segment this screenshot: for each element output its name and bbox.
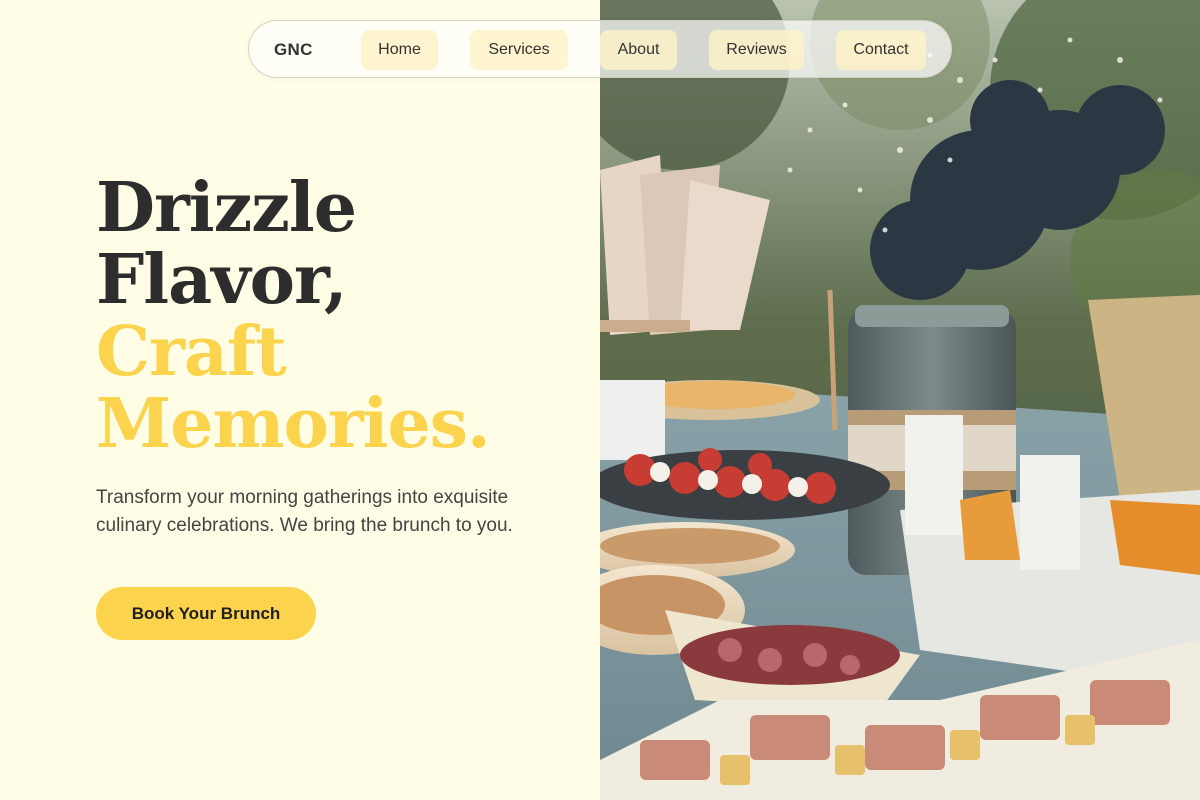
headline-line-2: Flavor, [96, 240, 348, 320]
nav-services[interactable]: Services [470, 30, 568, 70]
hero-image [600, 0, 1200, 800]
nav-reviews[interactable]: Reviews [709, 30, 804, 70]
hero-left-panel: Drizzle Flavor, Craft Memories. Transfor… [0, 0, 600, 800]
nav-contact[interactable]: Contact [836, 30, 926, 70]
headline-line-4: Memories. [96, 384, 491, 464]
headline-line-3: Craft [96, 312, 287, 392]
headline-line-1: Drizzle [96, 168, 357, 248]
nav-home[interactable]: Home [361, 30, 438, 70]
hero-headline: Drizzle Flavor, Craft Memories. [96, 168, 491, 464]
nav-about[interactable]: About [600, 30, 677, 70]
top-nav: GNC Home Services About Reviews Contact [248, 20, 952, 78]
hero-subtitle: Transform your morning gatherings into e… [96, 487, 513, 536]
book-brunch-button[interactable]: Book Your Brunch [96, 587, 316, 640]
brand-logo[interactable]: GNC [274, 40, 313, 60]
brunch-table-photo [600, 0, 1200, 800]
